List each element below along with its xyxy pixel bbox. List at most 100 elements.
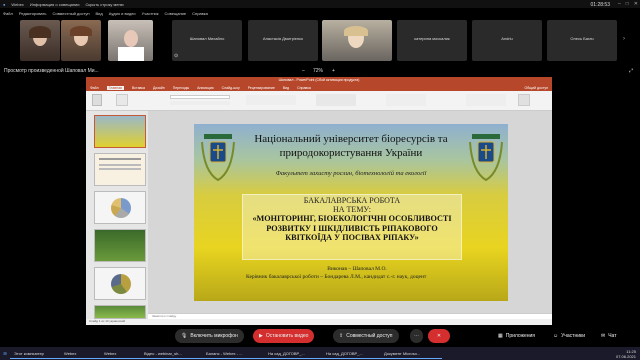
current-slide[interactable]: Національний університет біоресурсів та … <box>194 124 508 301</box>
taskbar-item[interactable]: Документ Microso... <box>380 349 442 359</box>
close-icon[interactable]: ✕ <box>634 1 638 7</box>
participant-tile[interactable] <box>61 20 101 61</box>
start-icon[interactable]: ⊞ <box>0 351 10 356</box>
slide-thumbnail[interactable] <box>94 115 146 148</box>
webex-window: ● Webex Информация о совещании Скрыть ст… <box>0 0 640 360</box>
system-clock[interactable]: 11:25 07.06.2021 <box>616 349 636 359</box>
microphone-muted-icon: 🎙 <box>181 333 188 339</box>
menu-meeting[interactable]: Совещание <box>165 11 187 16</box>
ppt-title-bar: Шаповал - PowerPoint (Сбой активации про… <box>86 77 552 84</box>
font-select[interactable] <box>170 95 230 99</box>
taskbar-item[interactable]: На сад_ДОГОВР_... <box>264 349 322 359</box>
participant-tile[interactable]: Шаповал Михайло ⊙ <box>172 20 242 61</box>
dictate-icon[interactable] <box>518 94 530 106</box>
slide-thumbnail[interactable] <box>94 267 146 300</box>
participant-tile[interactable]: Олесь Багач <box>547 20 617 61</box>
fullscreen-icon[interactable]: ⤢ <box>629 68 633 74</box>
taskbar-item[interactable]: Webex <box>60 349 100 359</box>
participant-tile[interactable]: Анастасія Дмитрієнко <box>248 20 318 61</box>
apps-icon: ▦ <box>498 333 503 339</box>
menu-help[interactable]: Справка <box>192 11 208 16</box>
university-crest-icon <box>201 134 235 182</box>
slide-thumbnail[interactable] <box>94 229 146 262</box>
minimize-icon[interactable]: – <box>618 1 621 7</box>
menu-file[interactable]: Файл <box>3 11 13 16</box>
share-icon: ⇪ <box>339 333 344 339</box>
app-name: Webex <box>11 1 24 7</box>
university-crest-icon <box>469 134 503 182</box>
apps-button[interactable]: ▦ Приложения <box>492 329 541 343</box>
slide-theme-label: НА ТЕМУ: <box>332 205 372 214</box>
taskbar-item[interactable]: Этот компьютер <box>10 349 60 359</box>
chat-button[interactable]: ✉ Чат <box>595 329 623 343</box>
share-button[interactable]: ⇪ Совместный доступ <box>333 329 399 343</box>
hide-menu-button[interactable]: Скрыть строку меню <box>86 2 124 7</box>
more-options-button[interactable]: ⋯ <box>410 329 423 343</box>
zoom-out-icon[interactable]: – <box>302 68 305 74</box>
new-slide-icon[interactable] <box>116 94 128 106</box>
ppt-ribbon-tabs: Файл Главная Вставка Дизайн Переходы Ани… <box>86 84 552 91</box>
zoom-level[interactable]: 72% <box>313 68 323 74</box>
ppt-share-button[interactable]: Общий доступ <box>524 86 548 90</box>
meeting-info-button[interactable]: Информация о совещании <box>30 2 80 7</box>
powerpoint-window: Шаповал - PowerPoint (Сбой активации про… <box>86 77 552 325</box>
maximize-icon[interactable]: □ <box>626 1 629 7</box>
leave-meeting-button[interactable]: ✕ <box>428 329 450 343</box>
slide-thumbnail[interactable] <box>94 191 146 224</box>
mic-button[interactable]: 🎙 Включить микрофон <box>175 329 244 343</box>
participants-button[interactable]: ☺ Участники <box>547 329 591 343</box>
ppt-tab[interactable]: Слайд-шоу <box>222 86 240 90</box>
zoom-in-icon[interactable]: + <box>332 68 335 74</box>
menu-bar: Файл Редактировать Совместный доступ Вид… <box>0 9 640 18</box>
menu-view[interactable]: Вид <box>96 11 103 16</box>
participant-tile[interactable]: Andriu <box>472 20 542 61</box>
participant-tile[interactable] <box>20 20 60 61</box>
taskbar-item[interactable]: Webex <box>100 349 140 359</box>
ppt-tab[interactable]: Главная <box>106 85 124 90</box>
menu-participant[interactable]: Участник <box>142 11 159 16</box>
meeting-controls: 🎙 Включить микрофон ▶ Остановить видео ⇪… <box>0 326 640 346</box>
slide-supervisor: Керівник бакалаврської роботи – Бондарев… <box>246 274 427 280</box>
participant-tile[interactable]: катерина москалик <box>397 20 467 61</box>
ppt-tab[interactable]: Анимация <box>197 86 213 90</box>
ppt-status-bar: Слайд 1 из 13 украинский <box>86 319 552 325</box>
next-participants-arrow-icon[interactable]: › <box>623 36 625 42</box>
font-format-buttons[interactable] <box>170 101 230 105</box>
taskbar-item[interactable]: На сад_ДОГОВР_... <box>322 349 380 359</box>
shape-format-group[interactable] <box>386 94 426 106</box>
webex-logo-icon: ● <box>3 1 6 7</box>
slide-title: Національний університет біоресурсів та … <box>254 133 448 159</box>
window-controls: – □ ✕ <box>618 1 638 7</box>
taskbar-item[interactable]: Відео - webinar_sh... <box>140 349 202 359</box>
ppt-tab[interactable]: Рецензирование <box>248 86 275 90</box>
ppt-tab[interactable]: Файл <box>90 86 99 90</box>
paragraph-group[interactable] <box>246 95 296 105</box>
ppt-tab[interactable]: Справка <box>297 86 311 90</box>
paste-icon[interactable] <box>92 94 102 106</box>
slide-thumbnail-pane <box>86 111 148 319</box>
participant-tile[interactable] <box>322 20 392 61</box>
slide-thumbnail[interactable] <box>94 305 146 319</box>
sharing-icon: ⊙ <box>174 53 179 59</box>
meeting-clock: 01:28:53 <box>590 2 610 8</box>
participant-tile[interactable] <box>108 20 153 61</box>
title-bar: ● Webex Информация о совещании Скрыть ст… <box>0 0 640 8</box>
menu-edit[interactable]: Редактировать <box>19 11 47 16</box>
drawing-group[interactable] <box>316 94 356 106</box>
slide-faculty: Факультет захисту рослин, біотехнологій … <box>275 170 427 177</box>
ppt-tab[interactable]: Дизайн <box>153 86 165 90</box>
ppt-tab[interactable]: Вставка <box>132 86 145 90</box>
ppt-tab[interactable]: Вид <box>283 86 289 90</box>
ppt-ribbon <box>86 91 552 111</box>
ppt-tab[interactable]: Переходы <box>173 86 189 90</box>
chat-icon: ✉ <box>601 333 606 339</box>
slide-work-kind: БАКАЛАВРСЬКА РОБОТА <box>303 196 401 205</box>
windows-taskbar: ⊞ Этот компьютер Webex Webex Відео - web… <box>0 347 640 360</box>
editing-group[interactable] <box>466 94 506 106</box>
stop-video-button[interactable]: ▶ Остановить видео <box>253 329 315 343</box>
taskbar-item[interactable]: Баланс - Webex - ... <box>202 349 264 359</box>
menu-share[interactable]: Совместный доступ <box>52 11 89 16</box>
participants-icon: ☺ <box>553 333 559 339</box>
slide-thumbnail[interactable] <box>94 153 146 186</box>
menu-audio-video[interactable]: Аудио и видео <box>109 11 136 16</box>
